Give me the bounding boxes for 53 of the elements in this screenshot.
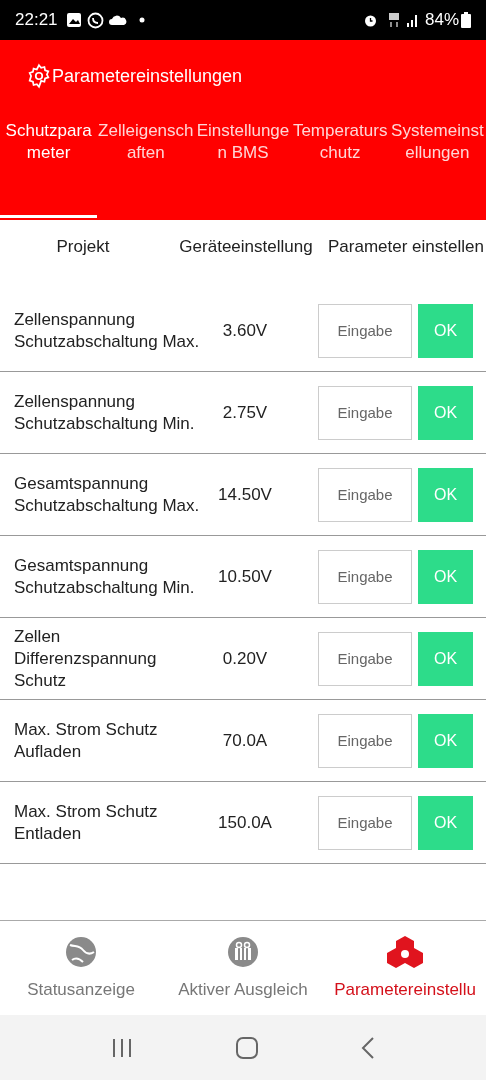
- clock: 22:21: [15, 9, 58, 32]
- dot-icon: [138, 17, 145, 23]
- nav-tab[interactable]: Parametereinstellu: [324, 921, 486, 1015]
- table-cell-text: Max. Strom Schutz Aufladen: [13, 718, 159, 763]
- ok-button[interactable]: OK: [418, 631, 473, 686]
- battery-percentage: 84%: [424, 9, 459, 32]
- ok-button[interactable]: OK: [418, 303, 473, 358]
- table-cell-text: Gesamtspannung Schutzabschaltung Min.: [13, 554, 196, 599]
- cloud-icon: [108, 14, 127, 26]
- settings-icon: [26, 63, 52, 89]
- table-cell-text: Zellenspannung Schutzabschaltung Min.: [13, 390, 196, 435]
- tab[interactable]: Zelleigenschaften: [97, 112, 195, 220]
- table-cell-text: 150.0A: [217, 811, 273, 834]
- ok-button[interactable]: OK: [418, 467, 473, 522]
- ok-button[interactable]: OK: [418, 713, 473, 768]
- input-field[interactable]: Eingabe: [318, 467, 412, 522]
- cubes-icon: [387, 935, 423, 969]
- input-field[interactable]: Eingabe: [318, 713, 412, 768]
- recent-apps-icon[interactable]: [111, 1037, 134, 1058]
- nav-tab[interactable]: Aktiver Ausgleich: [162, 921, 324, 1015]
- table-cell-text: Max. Strom Schutz Entladen: [13, 800, 159, 845]
- back-icon[interactable]: [360, 1036, 375, 1059]
- table-cell-text: Gesamtspannung Schutzabschaltung Max.: [13, 472, 201, 517]
- page-title: Parametereinstellungen: [52, 64, 243, 88]
- input-field[interactable]: Eingabe: [318, 549, 412, 604]
- home-icon[interactable]: [236, 1036, 258, 1059]
- ok-button[interactable]: OK: [418, 385, 473, 440]
- table-cell-text: 14.50V: [217, 483, 273, 506]
- battery-icon: [461, 12, 471, 28]
- table-cell-text: 0.20V: [221, 647, 269, 670]
- table-cell-text: 3.60V: [221, 319, 269, 342]
- nav-tab[interactable]: Statusanzeige: [0, 921, 162, 1015]
- input-field[interactable]: Eingabe: [318, 631, 412, 686]
- tab[interactable]: Schutzparameter: [0, 112, 98, 220]
- gallery-icon: [65, 12, 82, 28]
- signal-icon: [405, 13, 420, 27]
- table-cell-text: Zellenspannung Schutzabschaltung Max.: [13, 308, 201, 353]
- ok-button[interactable]: OK: [418, 549, 473, 604]
- table-cell-text: 10.50V: [217, 565, 273, 588]
- table-cell-text: 2.75V: [221, 401, 269, 424]
- input-field[interactable]: Eingabe: [318, 385, 412, 440]
- column-header: Parameter einstellen: [327, 236, 485, 257]
- tab[interactable]: Temperaturschutz: [291, 112, 389, 220]
- input-field[interactable]: Eingabe: [318, 303, 412, 358]
- column-header: Projekt: [55, 236, 111, 257]
- chat-icon: [86, 11, 104, 29]
- table-cell-text: Zellen Differenzspannung Schutz: [13, 625, 158, 692]
- tab[interactable]: Einstellungen BMS: [194, 112, 292, 220]
- tab[interactable]: Systemeinstellungen: [388, 112, 486, 220]
- input-field[interactable]: Eingabe: [318, 795, 412, 850]
- table-cell-text: 70.0A: [221, 729, 269, 752]
- column-header: Geräteeinstellung: [178, 236, 314, 257]
- ok-button[interactable]: OK: [418, 795, 473, 850]
